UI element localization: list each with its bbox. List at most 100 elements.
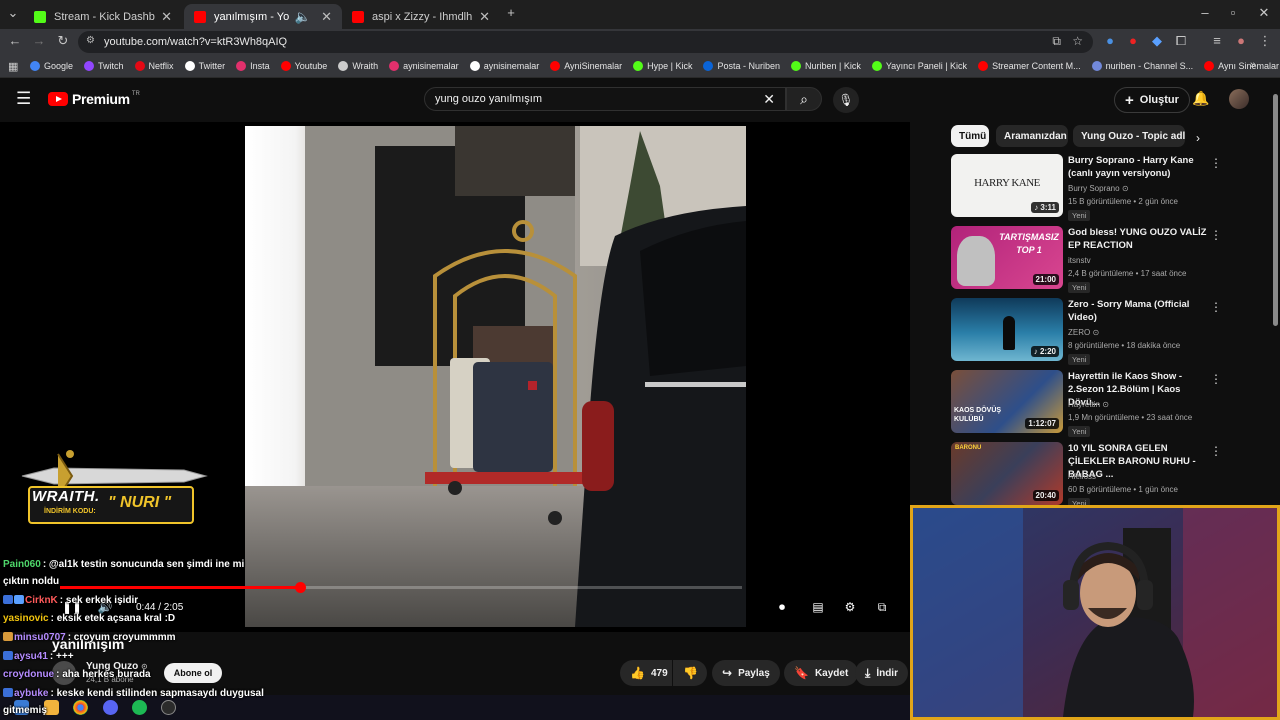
reload-icon[interactable]: ↻ [54,33,72,49]
speaker-icon[interactable]: 🔈 [295,9,311,25]
close-tab-icon[interactable]: ✕ [161,9,172,25]
spotify-icon[interactable] [132,700,147,715]
bookmark-item[interactable]: aynisinemalar [389,61,459,71]
more-bookmarks-icon[interactable]: » [1250,59,1256,71]
video-thumbnail[interactable]: ♪ 2:20 [951,298,1063,361]
browser-tab-youtube-active[interactable]: yanılmışım - YouTube 🔈 ✕ [184,4,342,29]
close-tab-icon[interactable]: ✕ [479,9,490,25]
bookmark-item[interactable]: Twitch [84,61,124,71]
bookmark-item[interactable]: Google [30,61,73,71]
chrome-icon[interactable] [73,700,88,715]
close-tab-icon[interactable]: ✕ [321,9,332,25]
bookmark-item[interactable]: nuriben - Channel S... [1091,61,1193,71]
extension-vpn-icon[interactable]: ◆ [1148,33,1166,49]
video-thumbnail[interactable]: BARONU 20:40 [951,442,1063,505]
browser-tab-aspi-zizzy[interactable]: aspi x Zizzy - Ihmdlh ( official m ✕ [342,4,500,29]
profile-icon[interactable]: ● [1232,33,1250,48]
extension-shield-icon[interactable]: ● [1101,33,1119,48]
chip-yung-ouzo-topic[interactable]: Yung Ouzo - Topic adlı y [1073,125,1185,147]
dislike-button[interactable]: 👎 [673,660,707,686]
chip-from-search[interactable]: Aramanızdan [996,125,1068,147]
video-thumbnail[interactable]: KAOS DÖVÜŞ KULÜBÜ 1:12:07 [951,370,1063,433]
subscribe-button[interactable]: Abone ol [164,663,222,683]
recommendation-title[interactable]: Burry Soprano - Harry Kane (canlı yayın … [1068,154,1208,180]
recommendation-item[interactable]: TARTIŞMASIZ TOP 1 21:00 God bless! YUNG … [951,226,1222,293]
back-icon[interactable]: ← [6,33,24,48]
apps-grid-icon[interactable]: ▦ [8,60,18,73]
progress-bar[interactable] [60,582,742,593]
more-actions-icon[interactable]: ⋮ [1210,156,1222,170]
obs-icon[interactable] [161,700,176,715]
scrollbar-thumb[interactable] [1273,94,1278,326]
extensions-puzzle-icon[interactable]: ⧠ [1172,33,1190,49]
save-button[interactable]: 🔖 Kaydet [784,660,859,686]
cast-icon[interactable]: ⧉ [1052,34,1061,49]
more-actions-icon[interactable]: ⋮ [1210,300,1222,314]
maximize-icon[interactable]: ▫ [1224,5,1242,20]
forward-icon[interactable]: → [30,33,48,48]
tab-search-chevron-icon[interactable]: ⌄ [4,5,22,21]
account-avatar[interactable] [1229,89,1249,109]
youtube-premium-logo[interactable]: Premium TR [48,91,140,107]
bookmark-item[interactable]: Twitter [184,61,225,71]
discord-icon[interactable] [103,700,118,715]
video-thumbnail[interactable]: TARTIŞMASIZ TOP 1 21:00 [951,226,1063,289]
create-button[interactable]: + Oluştur [1114,87,1190,113]
chevron-right-icon[interactable]: › [1196,131,1200,145]
extension-red-icon[interactable]: ● [1124,33,1142,48]
recommendation-channel[interactable]: ZERO ⊙ [1068,328,1099,337]
bookmark-star-icon[interactable]: ☆ [1072,34,1083,48]
close-window-icon[interactable]: ✕ [1255,5,1273,21]
media-control-icon[interactable]: ≡ [1208,33,1226,48]
hamburger-menu-icon[interactable]: ☰ [16,89,31,109]
bookmark-item[interactable]: Yayıncı Paneli | Kick [871,61,967,71]
new-tab-button[interactable]: + [502,5,520,20]
clear-search-icon[interactable]: ✕ [763,91,775,108]
recommendation-channel[interactable]: itsnstv [1068,256,1091,265]
bookmark-item[interactable]: Nuriben | Kick [790,61,861,71]
recommendation-item[interactable]: BARONU 20:40 10 YIL SONRA GELEN ÇİLEKLER… [951,442,1222,509]
notifications-bell-icon[interactable]: 🔔 [1192,90,1209,107]
more-actions-icon[interactable]: ⋮ [1210,372,1222,386]
miniplayer-icon[interactable]: ⧉ [873,600,891,615]
video-player[interactable]: ❚❚ 🔊 0:44 / 2:05 ⏺ ▤ ⚙ ⧉ [0,122,910,632]
recommendation-title[interactable]: God bless! YUNG OUZO VALİZ EP REACTION [1068,226,1208,252]
search-button[interactable]: ⌕ [786,87,822,111]
autoplay-toggle-icon[interactable]: ⏺ [773,600,791,615]
bookmark-item[interactable]: Youtube [280,61,327,71]
progress-scrubber[interactable] [295,582,306,593]
share-button[interactable]: ↪ Paylaş [712,660,780,686]
voice-search-button[interactable]: 🎙 [833,87,859,113]
bookmark-item[interactable]: Posta - Nuriben [703,61,780,71]
bookmark-item[interactable]: aynisinemalar [469,61,539,71]
recommendation-channel[interactable]: Burry Soprano ⊙ [1068,184,1129,193]
video-thumbnail[interactable]: HARRY KANE ♪ 3:11 [951,154,1063,217]
settings-gear-icon[interactable]: ⚙ [841,600,859,614]
site-info-icon[interactable]: ⚙ [86,35,95,46]
bookmark-item[interactable]: Hype | Kick [633,61,692,71]
like-button[interactable]: 👍 479 [620,660,672,686]
address-bar[interactable]: ⚙ youtube.com/watch?v=ktR3Wh8qAIQ ⧉ ☆ [78,31,1093,53]
bookmark-item[interactable]: Netflix [134,61,174,71]
browser-tab-kick-dashboard[interactable]: Stream - Kick Dashboard ✕ [24,4,182,29]
recommendation-item[interactable]: KAOS DÖVÜŞ KULÜBÜ 1:12:07 Hayrettin ile … [951,370,1222,437]
bookmark-item[interactable]: Aynı Sinemalar - Ça... [1204,61,1280,71]
chip-all[interactable]: Tümü [951,125,989,147]
bookmark-item[interactable]: Streamer Content M... [978,61,1081,71]
browser-menu-icon[interactable]: ⋮ [1256,33,1274,49]
download-button[interactable]: ⤓ İndir [855,660,908,686]
recommendation-title[interactable]: Zero - Sorry Mama (Official Video) [1068,298,1208,324]
video-frame[interactable] [245,126,746,627]
more-actions-icon[interactable]: ⋮ [1210,228,1222,242]
search-input[interactable]: yung ouzo yanılmışım ✕ [424,87,786,111]
more-actions-icon[interactable]: ⋮ [1210,444,1222,458]
bookmark-item[interactable]: AyniSinemalar [550,61,622,71]
recommendation-item[interactable]: HARRY KANE ♪ 3:11 Burry Soprano - Harry … [951,154,1222,221]
bookmark-item[interactable]: Wraith [338,61,378,71]
recommendation-channel[interactable]: Afelloss [1068,472,1096,481]
recommendation-channel[interactable]: Hayrettin ⊙ [1068,400,1109,409]
recommendation-item[interactable]: ♪ 2:20 Zero - Sorry Mama (Official Video… [951,298,1222,365]
subtitles-icon[interactable]: ▤ [809,600,827,614]
bookmark-item[interactable]: Insta [236,61,270,71]
minimize-icon[interactable]: – [1196,5,1214,20]
